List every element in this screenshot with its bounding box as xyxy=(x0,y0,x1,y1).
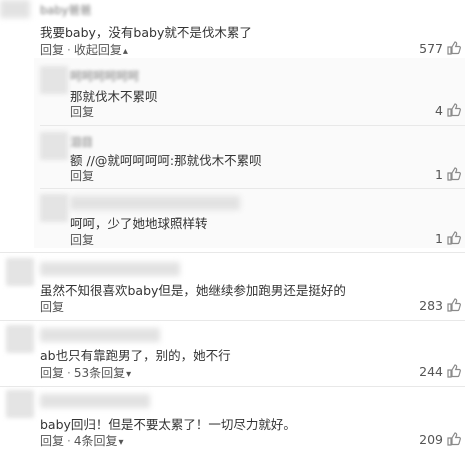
collapse-replies-button[interactable]: 收起回复 xyxy=(74,43,122,57)
reply-actions: 回复 xyxy=(70,231,94,248)
avatar[interactable] xyxy=(40,66,68,94)
chevron-down-icon[interactable]: ▾ xyxy=(118,437,123,448)
comment-actions: 回复 · 53条回复▾ xyxy=(40,364,131,381)
divider xyxy=(0,386,465,387)
reply-button[interactable]: 回复 xyxy=(40,366,64,380)
like-count: 1 xyxy=(435,167,443,182)
thumbs-up-icon[interactable] xyxy=(447,41,461,55)
comment-actions: 回复 xyxy=(40,298,64,315)
thumbs-up-icon[interactable] xyxy=(447,231,461,245)
chevron-up-icon[interactable]: ▴ xyxy=(123,46,128,57)
avatar[interactable] xyxy=(6,325,34,353)
reply-button[interactable]: 回复 xyxy=(40,43,64,57)
reply-text: 呵呵，少了她地球照样转 xyxy=(70,216,208,231)
thumbs-up-icon[interactable] xyxy=(447,432,461,446)
like-count: 283 xyxy=(419,298,443,313)
avatar[interactable] xyxy=(40,194,68,222)
reply-button[interactable]: 回复 xyxy=(40,300,64,314)
comment-author[interactable] xyxy=(40,328,160,342)
comment-text: baby回归！但是不要太累了！一切尽力就好。 xyxy=(40,417,296,432)
thumbs-up-icon[interactable] xyxy=(447,364,461,378)
thumbs-up-icon[interactable] xyxy=(447,298,461,312)
like-count: 209 xyxy=(419,432,443,447)
separator: · xyxy=(67,43,71,57)
reply-text: 额 //@就呵呵呵呵:那就伐木不累呗 xyxy=(70,153,262,168)
reply-actions: 回复 xyxy=(70,103,94,120)
avatar[interactable] xyxy=(0,0,30,18)
comment-actions: 回复 · 收起回复▴ xyxy=(40,41,128,58)
like-count: 4 xyxy=(435,103,443,118)
view-replies-button[interactable]: 4条回复 xyxy=(74,434,118,448)
comment-author[interactable] xyxy=(40,394,150,408)
avatar[interactable] xyxy=(40,132,68,160)
chevron-down-icon[interactable]: ▾ xyxy=(126,369,131,380)
separator: · xyxy=(67,434,71,448)
reply-author[interactable]: 泪目 xyxy=(70,134,93,150)
divider xyxy=(40,188,465,189)
reply-actions: 回复 xyxy=(70,167,94,184)
avatar[interactable] xyxy=(6,390,34,418)
divider xyxy=(0,320,465,321)
thumbs-up-icon[interactable] xyxy=(447,103,461,117)
view-replies-button[interactable]: 53条回复 xyxy=(74,366,125,380)
comment-text: 虽然不知很喜欢baby但是，她继续参加跑男还是挺好的 xyxy=(40,283,346,298)
separator: · xyxy=(67,366,71,380)
reply-button[interactable]: 回复 xyxy=(70,233,94,247)
reply-button[interactable]: 回复 xyxy=(70,169,94,183)
like-count: 244 xyxy=(419,364,443,379)
comment-actions: 回复 · 4条回复▾ xyxy=(40,432,124,449)
reply-button[interactable]: 回复 xyxy=(70,105,94,119)
avatar[interactable] xyxy=(6,258,34,286)
like-count: 1 xyxy=(435,231,443,246)
comment-text: ab也只有靠跑男了，别的，她不行 xyxy=(40,348,231,363)
comment-author[interactable] xyxy=(40,262,180,276)
comment-text: 我要baby，没有baby就不是伐木累了 xyxy=(40,25,252,40)
reply-button[interactable]: 回复 xyxy=(40,434,64,448)
comment-author[interactable]: baby爸爸 xyxy=(40,2,91,18)
like-count: 577 xyxy=(419,41,443,56)
reply-author[interactable]: 呵呵呵呵呵呵 xyxy=(70,68,139,84)
divider xyxy=(40,125,465,126)
reply-author[interactable] xyxy=(70,196,240,210)
divider xyxy=(0,252,465,253)
thumbs-up-icon[interactable] xyxy=(447,167,461,181)
